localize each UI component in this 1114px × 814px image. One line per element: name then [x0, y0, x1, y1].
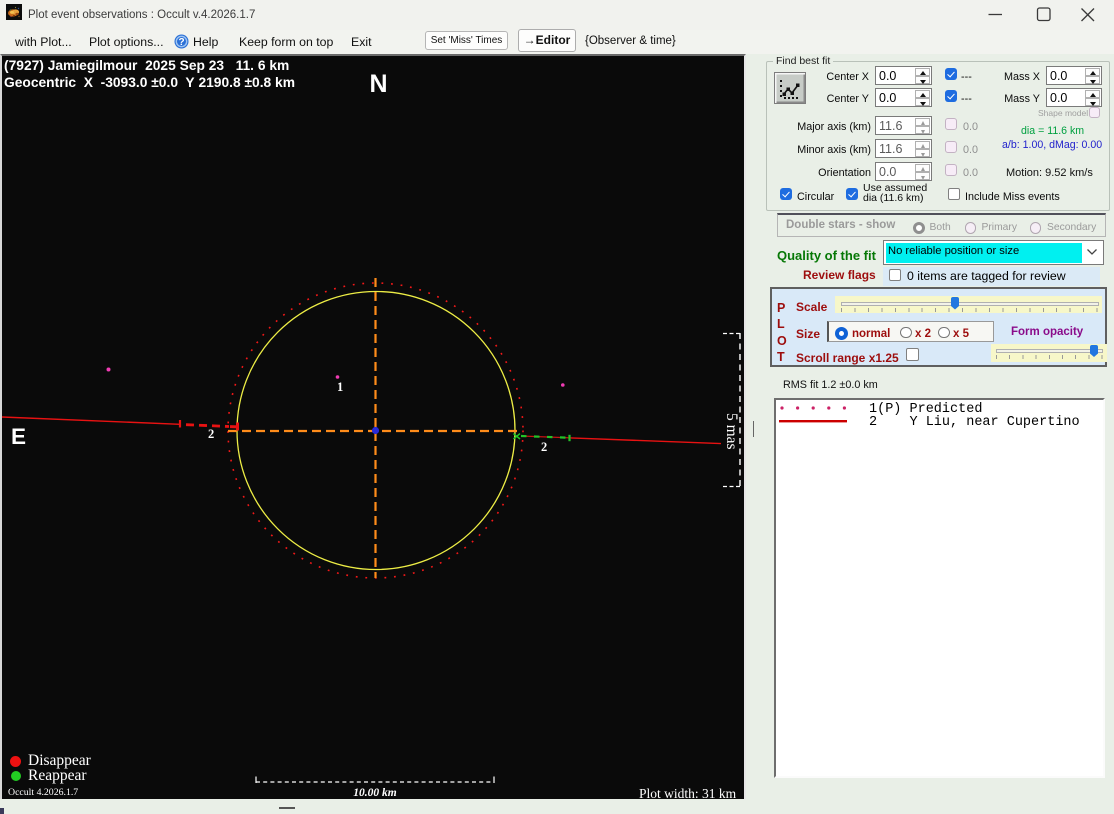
svg-text:?: ? [178, 37, 184, 48]
